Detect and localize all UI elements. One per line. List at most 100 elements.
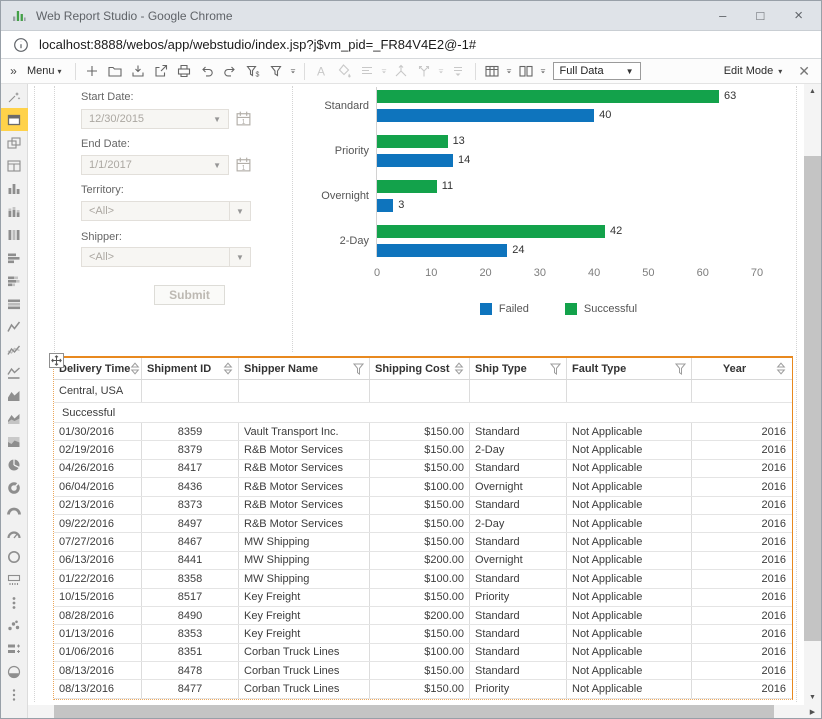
vertical-scrollbar[interactable]: ▲ ▼ (804, 84, 821, 705)
overflow-chevrons[interactable]: » (8, 61, 19, 81)
sidebar-item-more[interactable] (1, 683, 28, 706)
sidebar-item-area-chart[interactable] (1, 384, 28, 407)
horizontal-scrollbar[interactable]: ▶ (28, 705, 821, 719)
close-report-icon[interactable]: ✕ (798, 63, 810, 80)
column-header-shipment-id[interactable]: Shipment ID (142, 358, 239, 379)
end-date-calendar-icon[interactable]: 1 (234, 155, 253, 174)
data-view-select[interactable]: Full Data▼ (553, 62, 641, 80)
column-header-delivery-time[interactable]: Delivery Time (54, 358, 142, 379)
export-icon[interactable] (150, 61, 173, 81)
sidebar-item-arc-chart[interactable] (1, 499, 28, 522)
chart-bar-successful[interactable] (377, 180, 437, 193)
chart-bar-failed[interactable] (377, 109, 594, 122)
column-header-ship-type[interactable]: Ship Type (470, 358, 567, 379)
panel-view-icon[interactable] (515, 61, 538, 81)
table-row[interactable]: 08/13/20168478Corban Truck Lines$150.00S… (54, 662, 792, 680)
table-row[interactable]: 02/19/20168379R&B Motor Services$150.002… (54, 441, 792, 459)
start-date-input[interactable]: 12/30/2015▼ (81, 109, 229, 129)
chart-bar-successful[interactable] (377, 90, 719, 103)
sidebar-item-donut-chart[interactable] (1, 476, 28, 499)
table-row[interactable]: 08/28/20168490Key Freight$200.00Standard… (54, 607, 792, 625)
start-date-calendar-icon[interactable]: 1 (234, 109, 253, 128)
filter-currency-icon[interactable]: $ (242, 61, 265, 81)
sidebar-item-crosstab[interactable] (1, 131, 28, 154)
scroll-right-icon[interactable]: ▶ (805, 705, 820, 719)
chart-bar-successful[interactable] (377, 225, 605, 238)
legend-item-failed[interactable]: Failed (480, 303, 529, 315)
filter-icon[interactable] (550, 363, 561, 375)
table-row[interactable]: 01/30/20168359Vault Transport Inc.$150.0… (54, 423, 792, 441)
filter-icon[interactable] (265, 61, 288, 81)
table-group-row[interactable]: Central, USA (54, 380, 792, 403)
sidebar-item-multiline-chart[interactable] (1, 338, 28, 361)
table-row[interactable]: 06/13/20168441MW Shipping$200.00Overnigh… (54, 552, 792, 570)
sidebar-item-stacked-bar[interactable] (1, 200, 28, 223)
table-row[interactable]: 01/22/20168358MW Shipping$100.00Standard… (54, 570, 792, 588)
sidebar-item-line-chart[interactable] (1, 315, 28, 338)
maximize-icon[interactable]: □ (756, 8, 764, 23)
chart-bar-failed[interactable] (377, 244, 507, 257)
redo-icon[interactable] (219, 61, 242, 81)
grid-view-icon[interactable] (481, 61, 504, 81)
sidebar-item-hbar-stacked[interactable] (1, 269, 28, 292)
sidebar-item-pie-chart[interactable] (1, 453, 28, 476)
table-row[interactable]: 04/26/20168417R&B Motor Services$150.00S… (54, 460, 792, 478)
sidebar-item-band-line[interactable] (1, 361, 28, 384)
column-header-shipper-name[interactable]: Shipper Name (239, 358, 370, 379)
url-text[interactable]: localhost:8888/webos/app/webstudio/index… (39, 37, 476, 52)
filter-icon[interactable] (675, 363, 686, 375)
edit-mode-button[interactable]: Edit Mode▾ (724, 65, 783, 77)
sidebar-item-table[interactable] (1, 108, 28, 131)
sort-icon[interactable] (130, 362, 140, 375)
filter-icon[interactable] (353, 363, 364, 375)
table-row[interactable]: 10/15/20168517Key Freight$150.00Priority… (54, 589, 792, 607)
sidebar-item-gauge[interactable] (1, 522, 28, 545)
menu-button[interactable]: Menu▾ (21, 65, 70, 77)
sidebar-item-liquid-gauge[interactable] (1, 660, 28, 683)
sidebar-item-stacked-area[interactable] (1, 407, 28, 430)
sidebar-item-bar-chart[interactable] (1, 177, 28, 200)
save-icon[interactable] (127, 61, 150, 81)
chart-bar-failed[interactable] (377, 154, 453, 167)
sidebar-item-bar-100[interactable] (1, 223, 28, 246)
sidebar-item-dot-plot[interactable] (1, 591, 28, 614)
sidebar-item-hbar-chart[interactable] (1, 246, 28, 269)
vertical-scrollbar-thumb[interactable] (804, 156, 821, 641)
sidebar-item-hbar-100[interactable] (1, 292, 28, 315)
sidebar-item-area-100[interactable] (1, 430, 28, 453)
chart-bar-failed[interactable] (377, 199, 393, 212)
sidebar-item-container[interactable] (1, 154, 28, 177)
sidebar-item-scatter-plot[interactable] (1, 614, 28, 637)
chart-bar-successful[interactable] (377, 135, 448, 148)
shipper-select[interactable]: <All>▼ (81, 247, 251, 267)
print-icon[interactable] (173, 61, 196, 81)
end-date-input[interactable]: 1/1/2017▼ (81, 155, 229, 175)
page-info-icon[interactable] (13, 37, 29, 53)
sidebar-item-ring[interactable] (1, 545, 28, 568)
sort-icon[interactable] (223, 362, 233, 375)
sidebar-item-schedule-chart[interactable] (1, 568, 28, 591)
undo-icon[interactable] (196, 61, 219, 81)
sidebar-item-list-add[interactable] (1, 637, 28, 660)
table-band-row[interactable]: Successful (54, 403, 792, 423)
sort-icon[interactable] (454, 362, 464, 375)
scroll-down-icon[interactable]: ▼ (804, 690, 821, 705)
minimize-icon[interactable]: – (719, 8, 726, 23)
table-move-handle[interactable] (49, 353, 64, 368)
close-icon[interactable]: × (794, 7, 803, 24)
column-header-year[interactable]: Year (692, 358, 791, 379)
column-header-shipping-cost[interactable]: Shipping Cost (370, 358, 470, 379)
table-row[interactable]: 01/13/20168353Key Freight$150.00Standard… (54, 625, 792, 643)
submit-button[interactable]: Submit (154, 285, 225, 305)
table-row[interactable]: 09/22/20168497R&B Motor Services$150.002… (54, 515, 792, 533)
horizontal-scrollbar-thumb[interactable] (54, 705, 774, 719)
table-row[interactable]: 06/04/20168436R&B Motor Services$100.00O… (54, 478, 792, 496)
scroll-up-icon[interactable]: ▲ (804, 84, 821, 99)
sidebar-item-auto-chart[interactable] (1, 85, 28, 108)
open-icon[interactable] (104, 61, 127, 81)
table-row[interactable]: 07/27/20168467MW Shipping$150.00Standard… (54, 533, 792, 551)
legend-item-successful[interactable]: Successful (565, 303, 637, 315)
table-row[interactable]: 02/13/20168373R&B Motor Services$150.00S… (54, 497, 792, 515)
column-header-fault-type[interactable]: Fault Type (567, 358, 692, 379)
new-icon[interactable] (81, 61, 104, 81)
